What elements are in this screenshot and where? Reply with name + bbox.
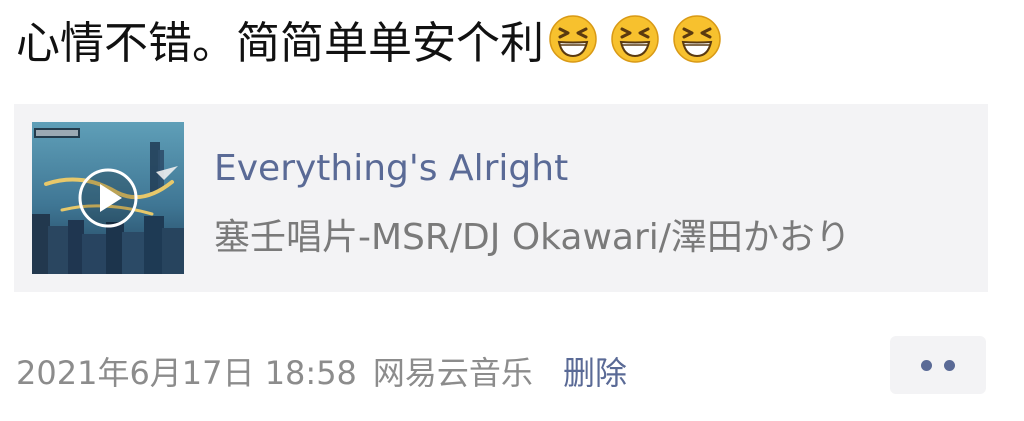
album-cover[interactable] xyxy=(32,122,184,274)
grinning-squinting-emoji-icon xyxy=(673,15,721,63)
post-text: 心情不错。简简单单安个利 xyxy=(16,18,544,69)
more-dots-icon xyxy=(921,359,932,371)
post-meta: 2021年6月17日 18:58 网易云音乐 删除 xyxy=(16,344,627,398)
more-dots-icon xyxy=(944,359,955,371)
post-timestamp: 2021年6月17日 18:58 xyxy=(16,354,357,392)
more-options-button[interactable] xyxy=(890,336,986,394)
grinning-squinting-emoji-icon xyxy=(611,15,659,63)
post-source: 网易云音乐 xyxy=(372,354,533,392)
grinning-squinting-emoji-icon xyxy=(549,15,597,63)
delete-link[interactable]: 删除 xyxy=(563,348,627,394)
post-content: 心情不错。简简单单安个利 xyxy=(16,4,734,74)
play-icon[interactable] xyxy=(32,122,184,274)
song-title[interactable]: Everything's Alright xyxy=(214,148,568,189)
emoji-row xyxy=(548,14,734,64)
music-share-card[interactable]: Everything's Alright 塞壬唱片-MSR/DJ Okawari… xyxy=(14,104,988,292)
song-artist: 塞壬唱片-MSR/DJ Okawari/澤田かおり xyxy=(214,217,851,258)
